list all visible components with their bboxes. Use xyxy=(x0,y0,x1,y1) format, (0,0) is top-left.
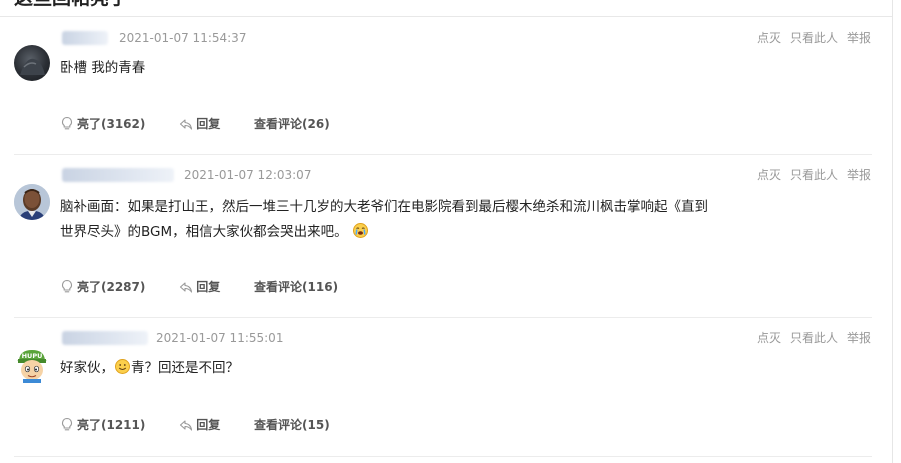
reply-content: 卧槽 我的青春 xyxy=(60,60,146,76)
reply-timestamp: 2021-01-07 11:54:37 xyxy=(119,31,247,45)
smiling-face-emoji xyxy=(115,359,130,374)
reply-divider xyxy=(14,154,872,155)
reply-footer: 亮了(1211) 回复 查看评论(15) xyxy=(60,417,360,433)
mute-link[interactable]: 点灭 xyxy=(757,331,781,345)
reply-actions: 点灭 只看此人 举报 xyxy=(748,30,871,46)
reply-timestamp: 2021-01-07 11:55:01 xyxy=(156,331,284,345)
reply-content-line-1: 脑补画面：如果是打山王，然后一堆三十几岁的大老爷们在电影院看到最后樱木绝杀和流川… xyxy=(60,199,708,215)
reply-button[interactable]: 回复 xyxy=(179,417,220,433)
reply-actions: 点灭 只看此人 举报 xyxy=(748,167,871,183)
view-comments-link[interactable]: 查看评论(116) xyxy=(254,279,338,295)
username-blurred[interactable] xyxy=(62,331,148,345)
user-avatar[interactable] xyxy=(14,184,50,220)
mute-link[interactable]: 点灭 xyxy=(757,31,781,45)
user-avatar[interactable] xyxy=(14,45,50,81)
avatar-image xyxy=(20,58,45,75)
avatar-image: HUPU xyxy=(17,350,47,383)
view-comments-link[interactable]: 查看评论(26) xyxy=(254,116,330,132)
reply-content-text: 青？回还是不回？ xyxy=(131,360,239,376)
reply-footer: 亮了(3162) 回复 查看评论(26) xyxy=(60,116,360,132)
report-link[interactable]: 举报 xyxy=(847,168,871,182)
reply-actions: 点灭 只看此人 举报 xyxy=(748,330,871,346)
reply-button[interactable]: 回复 xyxy=(179,279,220,295)
report-link[interactable]: 举报 xyxy=(847,331,871,345)
avatar-image xyxy=(14,184,50,220)
reply-content: 脑补画面：如果是打山王，然后一堆三十几岁的大老爷们在电影院看到最后樱木绝杀和流川… xyxy=(60,195,760,245)
avatar-cap-text: HUPU xyxy=(22,352,43,360)
reply-arrow-icon xyxy=(180,119,193,130)
reply-label: 回复 xyxy=(196,117,221,131)
light-button[interactable]: 亮了(1211) xyxy=(60,417,145,433)
reply-divider xyxy=(14,317,872,318)
light-count: 亮了(3162) xyxy=(77,117,146,131)
username-blurred[interactable] xyxy=(62,31,108,45)
reply-divider xyxy=(14,456,872,457)
reply-arrow-icon xyxy=(180,282,193,293)
only-this-user-link[interactable]: 只看此人 xyxy=(790,31,838,45)
report-link[interactable]: 举报 xyxy=(847,31,871,45)
reply-timestamp: 2021-01-07 12:03:07 xyxy=(184,168,312,182)
lightbulb-icon xyxy=(62,417,72,431)
section-title: 这些回帖亮了 xyxy=(14,0,128,10)
reply-arrow-icon xyxy=(180,420,193,431)
reply-footer: 亮了(2287) 回复 查看评论(116) xyxy=(60,279,368,295)
reply-content-text: 世界尽头》的BGM，相信大家伙都会哭出来吧。 xyxy=(60,224,348,240)
reply-label: 回复 xyxy=(196,418,221,432)
reply-content-text: 好家伙， xyxy=(60,360,114,376)
user-avatar[interactable]: HUPU xyxy=(14,347,50,383)
reply-label: 回复 xyxy=(196,280,221,294)
light-button[interactable]: 亮了(3162) xyxy=(60,116,145,132)
username-blurred[interactable] xyxy=(62,168,174,182)
crying-face-emoji xyxy=(352,223,368,238)
only-this-user-link[interactable]: 只看此人 xyxy=(790,331,838,345)
reply-content: 好家伙， 青？回还是不回？ xyxy=(60,356,760,381)
light-button[interactable]: 亮了(2287) xyxy=(60,279,145,295)
title-divider xyxy=(0,16,892,17)
reply-button[interactable]: 回复 xyxy=(179,116,220,132)
light-count: 亮了(2287) xyxy=(77,280,146,294)
mute-link[interactable]: 点灭 xyxy=(757,168,781,182)
lightbulb-icon xyxy=(62,116,72,130)
reply-content-line-2: 世界尽头》的BGM，相信大家伙都会哭出来吧。 xyxy=(60,220,760,245)
view-comments-link[interactable]: 查看评论(15) xyxy=(254,417,330,433)
reply-panel: 这些回帖亮了 2021-01-07 11:54:37 点灭只看此人举报 卧槽 我… xyxy=(0,0,893,463)
only-this-user-link[interactable]: 只看此人 xyxy=(790,168,838,182)
lightbulb-icon xyxy=(62,279,72,293)
light-count: 亮了(1211) xyxy=(77,418,146,432)
